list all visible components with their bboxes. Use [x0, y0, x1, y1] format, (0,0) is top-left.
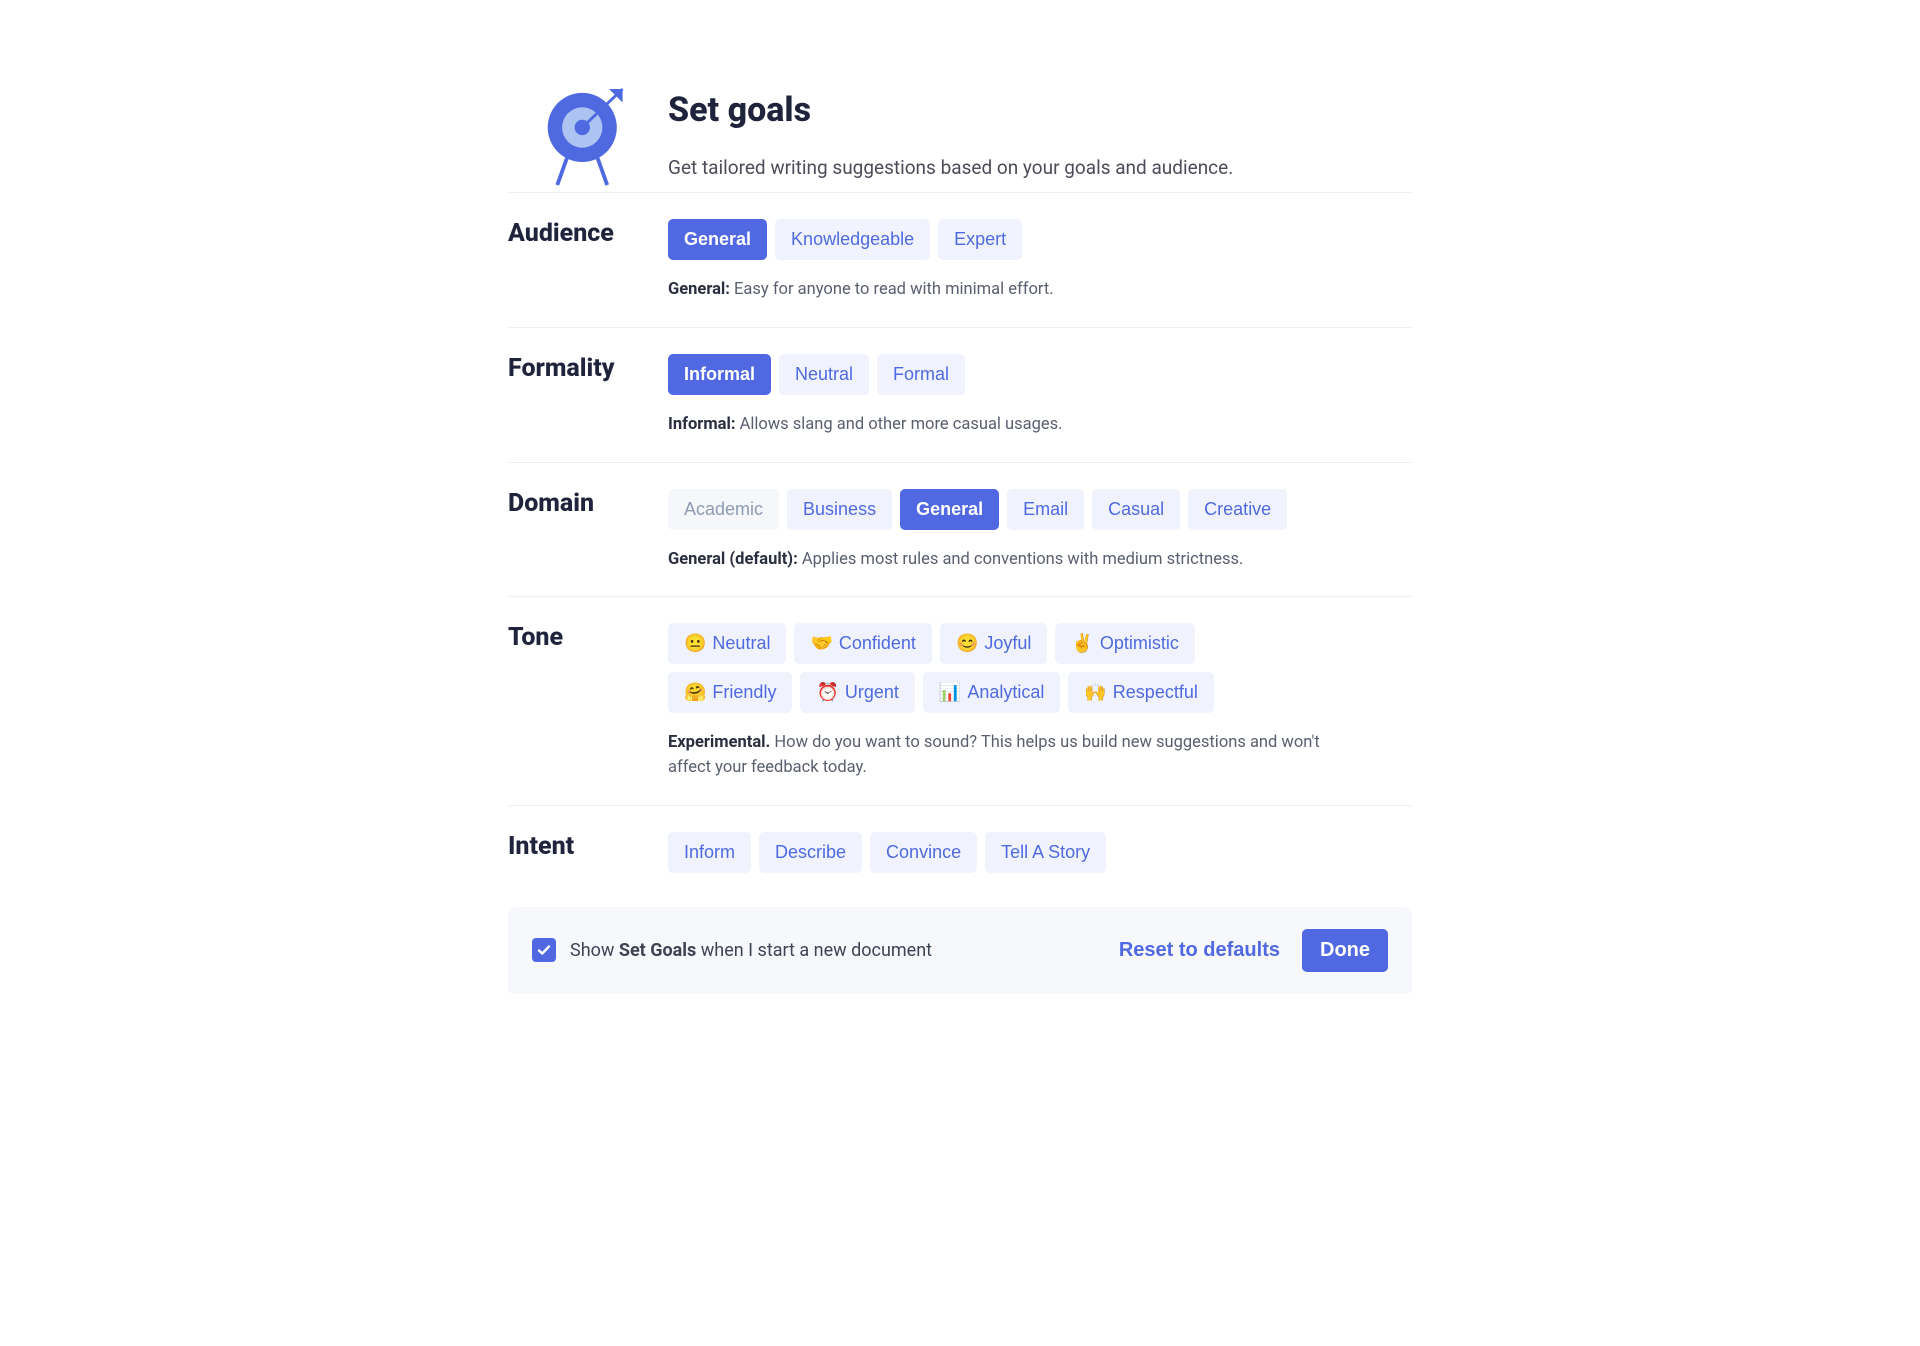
section-formality: Formality Informal Neutral Formal Inform…: [508, 327, 1412, 462]
domain-description: General (default): Applies most rules an…: [668, 548, 1412, 573]
handshake-icon: 🤝: [810, 633, 832, 653]
audience-label: Audience: [508, 219, 668, 248]
audience-option-knowledgeable[interactable]: Knowledgeable: [775, 219, 930, 260]
tone-option-optimistic[interactable]: ✌️Optimistic: [1055, 623, 1194, 664]
intent-option-convince[interactable]: Convince: [870, 832, 977, 873]
formality-description: Informal: Allows slang and other more ca…: [668, 413, 1412, 438]
tone-desc-label: Experimental.: [668, 733, 770, 752]
tone-option-neutral[interactable]: 😐Neutral: [668, 623, 786, 664]
audience-desc-label: General:: [668, 280, 730, 299]
domain-option-general[interactable]: General: [900, 489, 999, 530]
target-icon: [540, 84, 636, 192]
set-goals-dialog: Set goals Get tailored writing suggestio…: [508, 66, 1412, 994]
tone-options: 😐Neutral 🤝Confident 😊Joyful ✌️Optimistic…: [668, 623, 1248, 713]
tone-description: Experimental. How do you want to sound? …: [668, 731, 1348, 781]
formality-option-informal[interactable]: Informal: [668, 354, 771, 395]
tone-option-friendly[interactable]: 🤗Friendly: [668, 672, 792, 713]
intent-option-inform[interactable]: Inform: [668, 832, 751, 873]
domain-desc-label: General (default):: [668, 550, 798, 569]
tone-option-joyful[interactable]: 😊Joyful: [940, 623, 1047, 664]
section-tone: Tone 😐Neutral 🤝Confident 😊Joyful ✌️Optim…: [508, 596, 1412, 805]
clock-icon: ⏰: [816, 682, 838, 702]
intent-option-tell-a-story[interactable]: Tell A Story: [985, 832, 1106, 873]
audience-options: General Knowledgeable Expert: [668, 219, 1412, 260]
domain-option-creative[interactable]: Creative: [1188, 489, 1287, 530]
chart-icon: 📊: [939, 682, 961, 702]
domain-desc-text: Applies most rules and conventions with …: [798, 550, 1244, 569]
domain-option-academic[interactable]: Academic: [668, 489, 779, 530]
domain-options: Academic Business General Email Casual C…: [668, 489, 1412, 530]
dialog-footer: Show Set Goals when I start a new docume…: [508, 907, 1412, 994]
intent-options: Inform Describe Convince Tell A Story: [668, 832, 1412, 873]
audience-desc-text: Easy for anyone to read with minimal eff…: [730, 280, 1054, 299]
audience-description: General: Easy for anyone to read with mi…: [668, 278, 1412, 303]
dialog-header: Set goals Get tailored writing suggestio…: [508, 66, 1412, 192]
section-domain: Domain Academic Business General Email C…: [508, 462, 1412, 597]
audience-option-expert[interactable]: Expert: [938, 219, 1022, 260]
formality-desc-label: Informal:: [668, 415, 735, 434]
domain-option-email[interactable]: Email: [1007, 489, 1084, 530]
tone-option-respectful[interactable]: 🙌Respectful: [1068, 672, 1213, 713]
neutral-face-icon: 😐: [684, 633, 706, 653]
raised-hands-icon: 🙌: [1084, 682, 1106, 702]
domain-label: Domain: [508, 489, 668, 518]
done-button[interactable]: Done: [1302, 929, 1388, 972]
formality-options: Informal Neutral Formal: [668, 354, 1412, 395]
audience-option-general[interactable]: General: [668, 219, 767, 260]
check-icon: [536, 942, 552, 958]
domain-option-casual[interactable]: Casual: [1092, 489, 1180, 530]
formality-option-neutral[interactable]: Neutral: [779, 354, 869, 395]
tone-option-confident[interactable]: 🤝Confident: [794, 623, 931, 664]
dialog-title: Set goals: [668, 90, 1412, 130]
formality-option-formal[interactable]: Formal: [877, 354, 965, 395]
section-intent: Intent Inform Describe Convince Tell A S…: [508, 805, 1412, 907]
section-audience: Audience General Knowledgeable Expert Ge…: [508, 192, 1412, 327]
hug-icon: 🤗: [684, 682, 706, 702]
domain-option-business[interactable]: Business: [787, 489, 892, 530]
reset-to-defaults-button[interactable]: Reset to defaults: [1119, 939, 1280, 962]
intent-label: Intent: [508, 832, 668, 861]
peace-icon: ✌️: [1071, 633, 1093, 653]
smile-icon: 😊: [956, 633, 978, 653]
tone-label: Tone: [508, 623, 668, 652]
formality-label: Formality: [508, 354, 668, 383]
formality-desc-text: Allows slang and other more casual usage…: [735, 415, 1062, 434]
header-text: Set goals Get tailored writing suggestio…: [668, 84, 1412, 179]
show-set-goals-checkbox[interactable]: [532, 938, 556, 962]
intent-option-describe[interactable]: Describe: [759, 832, 862, 873]
header-icon-column: [508, 84, 668, 192]
show-set-goals-label: Show Set Goals when I start a new docume…: [570, 940, 932, 961]
tone-option-urgent[interactable]: ⏰Urgent: [800, 672, 914, 713]
tone-option-analytical[interactable]: 📊Analytical: [923, 672, 1060, 713]
dialog-subtitle: Get tailored writing suggestions based o…: [668, 156, 1412, 179]
